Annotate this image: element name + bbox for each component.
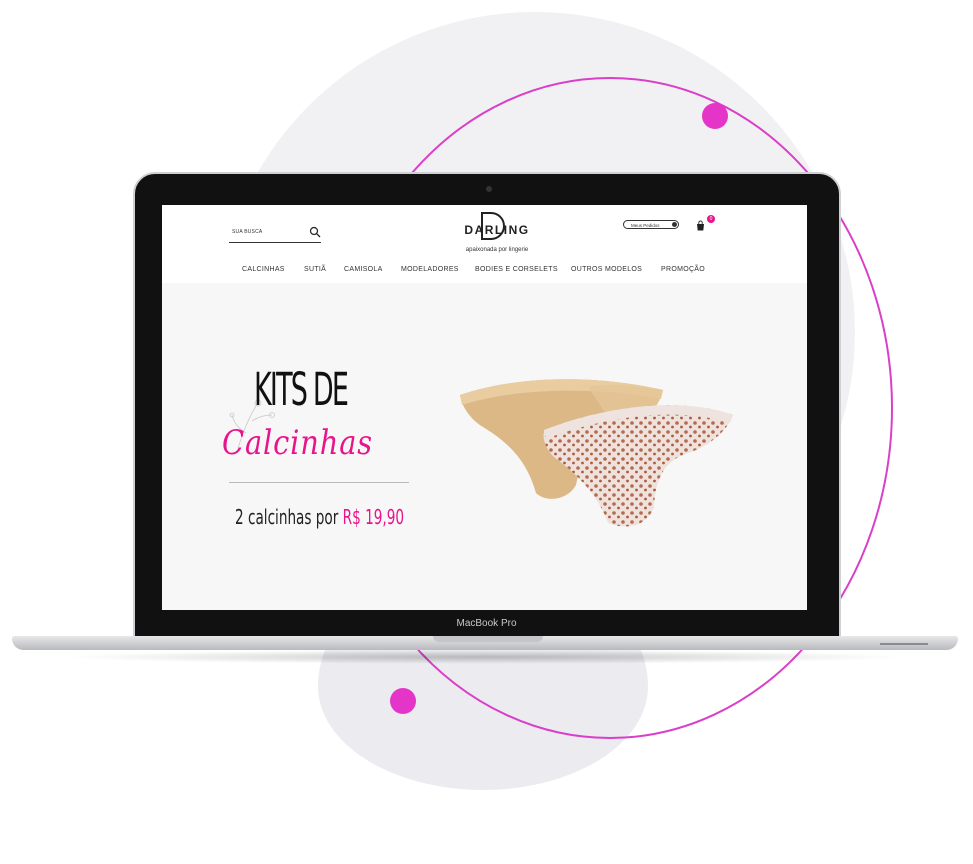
my-orders-label: Meus Pedidos: [631, 223, 660, 228]
banner-headline: KITS DE: [254, 363, 349, 416]
cart-icon[interactable]: [695, 220, 706, 231]
offer-price: R$ 19,90: [342, 505, 405, 529]
banner-divider: [229, 482, 409, 483]
laptop-screen: SUA BUSCA DARLING apaixonada por lingeri…: [162, 205, 807, 610]
offer-prefix: 2 calcinhas por: [235, 505, 343, 529]
search-placeholder: SUA BUSCA: [232, 229, 263, 235]
product-image-panties: [460, 379, 733, 527]
banner-script-title: Calcinhas: [222, 423, 373, 463]
nav-item-bodies-e-corselets[interactable]: BODIES E CORSELETS: [475, 266, 558, 273]
nav-item-sutia[interactable]: SUTIÃ: [304, 266, 326, 273]
nav-item-promocao[interactable]: PROMOÇÃO: [661, 266, 705, 273]
search-icon[interactable]: [309, 226, 321, 238]
laptop-shadow: [60, 650, 910, 664]
logo-tagline: apaixonada por lingerie: [465, 247, 529, 253]
nav-item-camisola[interactable]: CAMISOLA: [344, 266, 383, 273]
user-icon: [672, 222, 677, 227]
camera-dot: [486, 186, 492, 192]
nav-item-calcinhas[interactable]: CALCINHAS: [242, 266, 285, 273]
cart-count-badge: 0: [707, 215, 715, 223]
search-input[interactable]: SUA BUSCA: [229, 225, 321, 243]
my-orders-button[interactable]: Meus Pedidos: [623, 220, 679, 229]
nav-item-modeladores[interactable]: MODELADORES: [401, 266, 459, 273]
logo-wordmark: DARLING: [464, 223, 530, 237]
main-nav: CALCINHAS SUTIÃ CAMISOLA MODELADORES BOD…: [162, 263, 807, 277]
laptop-notch: [433, 636, 543, 642]
laptop-base-vent: [880, 643, 928, 645]
banner-offer: 2 calcinhas por R$ 19,90: [235, 505, 404, 529]
site-header: SUA BUSCA DARLING apaixonada por lingeri…: [162, 205, 807, 283]
nav-item-outros-modelos[interactable]: OUTROS MODELOS: [571, 266, 642, 273]
site-logo[interactable]: DARLING apaixonada por lingerie: [447, 211, 547, 259]
laptop-model-label: MacBook Pro: [456, 618, 517, 629]
hero-banner[interactable]: KITS DE Calcinhas 2 calcinhas por R$ 19,…: [162, 283, 807, 610]
